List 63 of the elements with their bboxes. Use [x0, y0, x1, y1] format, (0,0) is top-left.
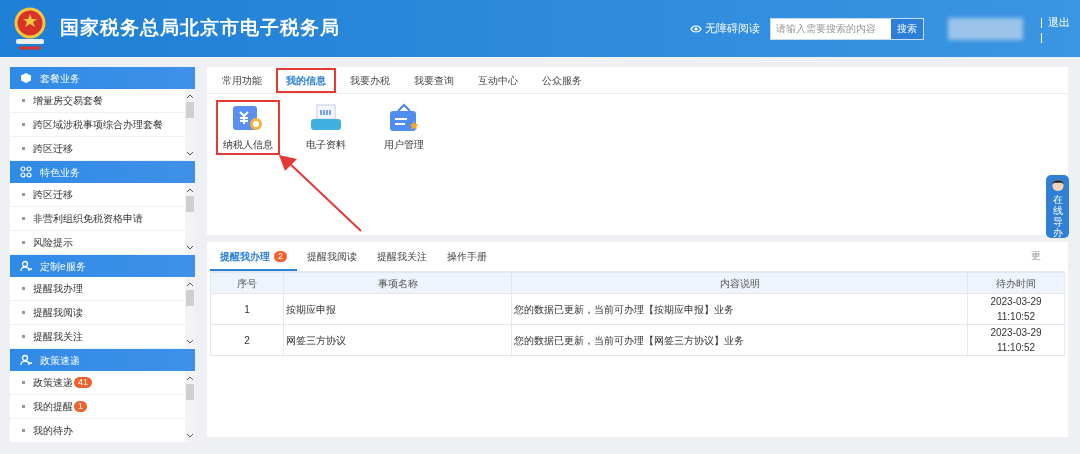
panel-title: 特色业务: [40, 165, 80, 180]
count-badge: 41: [74, 377, 92, 388]
tab[interactable]: 公众服务: [532, 68, 592, 93]
table-cell: 2: [210, 324, 284, 356]
tab[interactable]: 提醒我阅读: [297, 244, 367, 271]
scrollbar-thumb[interactable]: [186, 290, 194, 306]
sidebar-item[interactable]: 提醒我办理: [33, 281, 83, 296]
user-icon: [20, 354, 32, 366]
table-cell: 2023-03-29 11:10:52: [967, 324, 1065, 356]
tab[interactable]: 常用功能: [212, 68, 272, 93]
tab[interactable]: 我的信息: [276, 68, 336, 93]
table-cell: 您的数据已更新，当前可办理【网签三方协议】业务: [511, 324, 968, 356]
sidebar-item[interactable]: 跨区迁移: [33, 141, 73, 156]
scrollbar[interactable]: [185, 183, 195, 255]
function-item[interactable]: 电子资料: [294, 100, 358, 155]
table-cell: 2023-03-29 11:10:52: [967, 293, 1065, 325]
receipt-search-icon: [231, 103, 265, 133]
table-cell: 按期应申报: [283, 293, 512, 325]
scrollbar[interactable]: [185, 371, 195, 443]
sidebar-item[interactable]: 我的提醒: [33, 399, 73, 414]
site-title: 国家税务总局北京市电子税务局: [60, 16, 340, 41]
user-icon: [20, 260, 32, 272]
column-header: 待办时间: [967, 272, 1065, 294]
column-header: 事项名称: [283, 272, 512, 294]
panel-title: 定制e服务: [40, 259, 86, 274]
count-badge: 2: [274, 251, 287, 262]
tab[interactable]: 操作手册: [437, 244, 497, 271]
scrollbar-thumb[interactable]: [186, 384, 194, 400]
table-cell: 1: [210, 293, 284, 325]
avatar-icon: [1049, 177, 1066, 192]
sidebar-item[interactable]: 跨区域涉税事项综合办理套餐: [33, 117, 163, 132]
table-cell: 您的数据已更新，当前可办理【按期应申报】业务: [511, 293, 968, 325]
scrollbar[interactable]: [185, 277, 195, 349]
sidebar-item[interactable]: 跨区迁移: [33, 187, 73, 202]
tab[interactable]: 互动中心: [468, 68, 528, 93]
function-item[interactable]: 纳税人信息: [216, 100, 280, 155]
function-item[interactable]: 用户管理: [372, 100, 436, 155]
panel-title: 套餐业务: [40, 71, 80, 86]
scrollbar-thumb[interactable]: [186, 102, 194, 118]
printer-icon: [309, 103, 343, 133]
count-badge: 1: [74, 401, 87, 412]
tab[interactable]: 提醒我关注: [367, 244, 437, 271]
grid-icon: [20, 166, 32, 178]
sidebar-item[interactable]: 提醒我关注: [33, 329, 83, 344]
online-guide-button[interactable]: 在线导办: [1046, 175, 1069, 238]
id-card-icon: [387, 103, 421, 133]
sidebar-item[interactable]: 非营利组织免税资格申请: [33, 211, 143, 226]
cube-icon: [20, 72, 32, 84]
panel-title: 政策速递: [40, 353, 80, 368]
sidebar-item[interactable]: 我的待办: [33, 423, 73, 438]
column-header: 内容说明: [511, 272, 968, 294]
table-cell: 网签三方协议: [283, 324, 512, 356]
tab[interactable]: 提醒我办理 2: [210, 244, 297, 271]
tab[interactable]: 我要办税: [340, 68, 400, 93]
tab[interactable]: 我要查询: [404, 68, 464, 93]
sidebar-item[interactable]: 政策速递: [33, 375, 73, 390]
sidebar-item[interactable]: 增量房交易套餐: [33, 93, 103, 108]
scrollbar-thumb[interactable]: [186, 196, 194, 212]
column-header: 序号: [210, 272, 284, 294]
sidebar-item[interactable]: 风险提示: [33, 235, 73, 250]
eye-icon: [690, 24, 702, 33]
scrollbar[interactable]: [185, 89, 195, 161]
sidebar-item[interactable]: 提醒我阅读: [33, 305, 83, 320]
